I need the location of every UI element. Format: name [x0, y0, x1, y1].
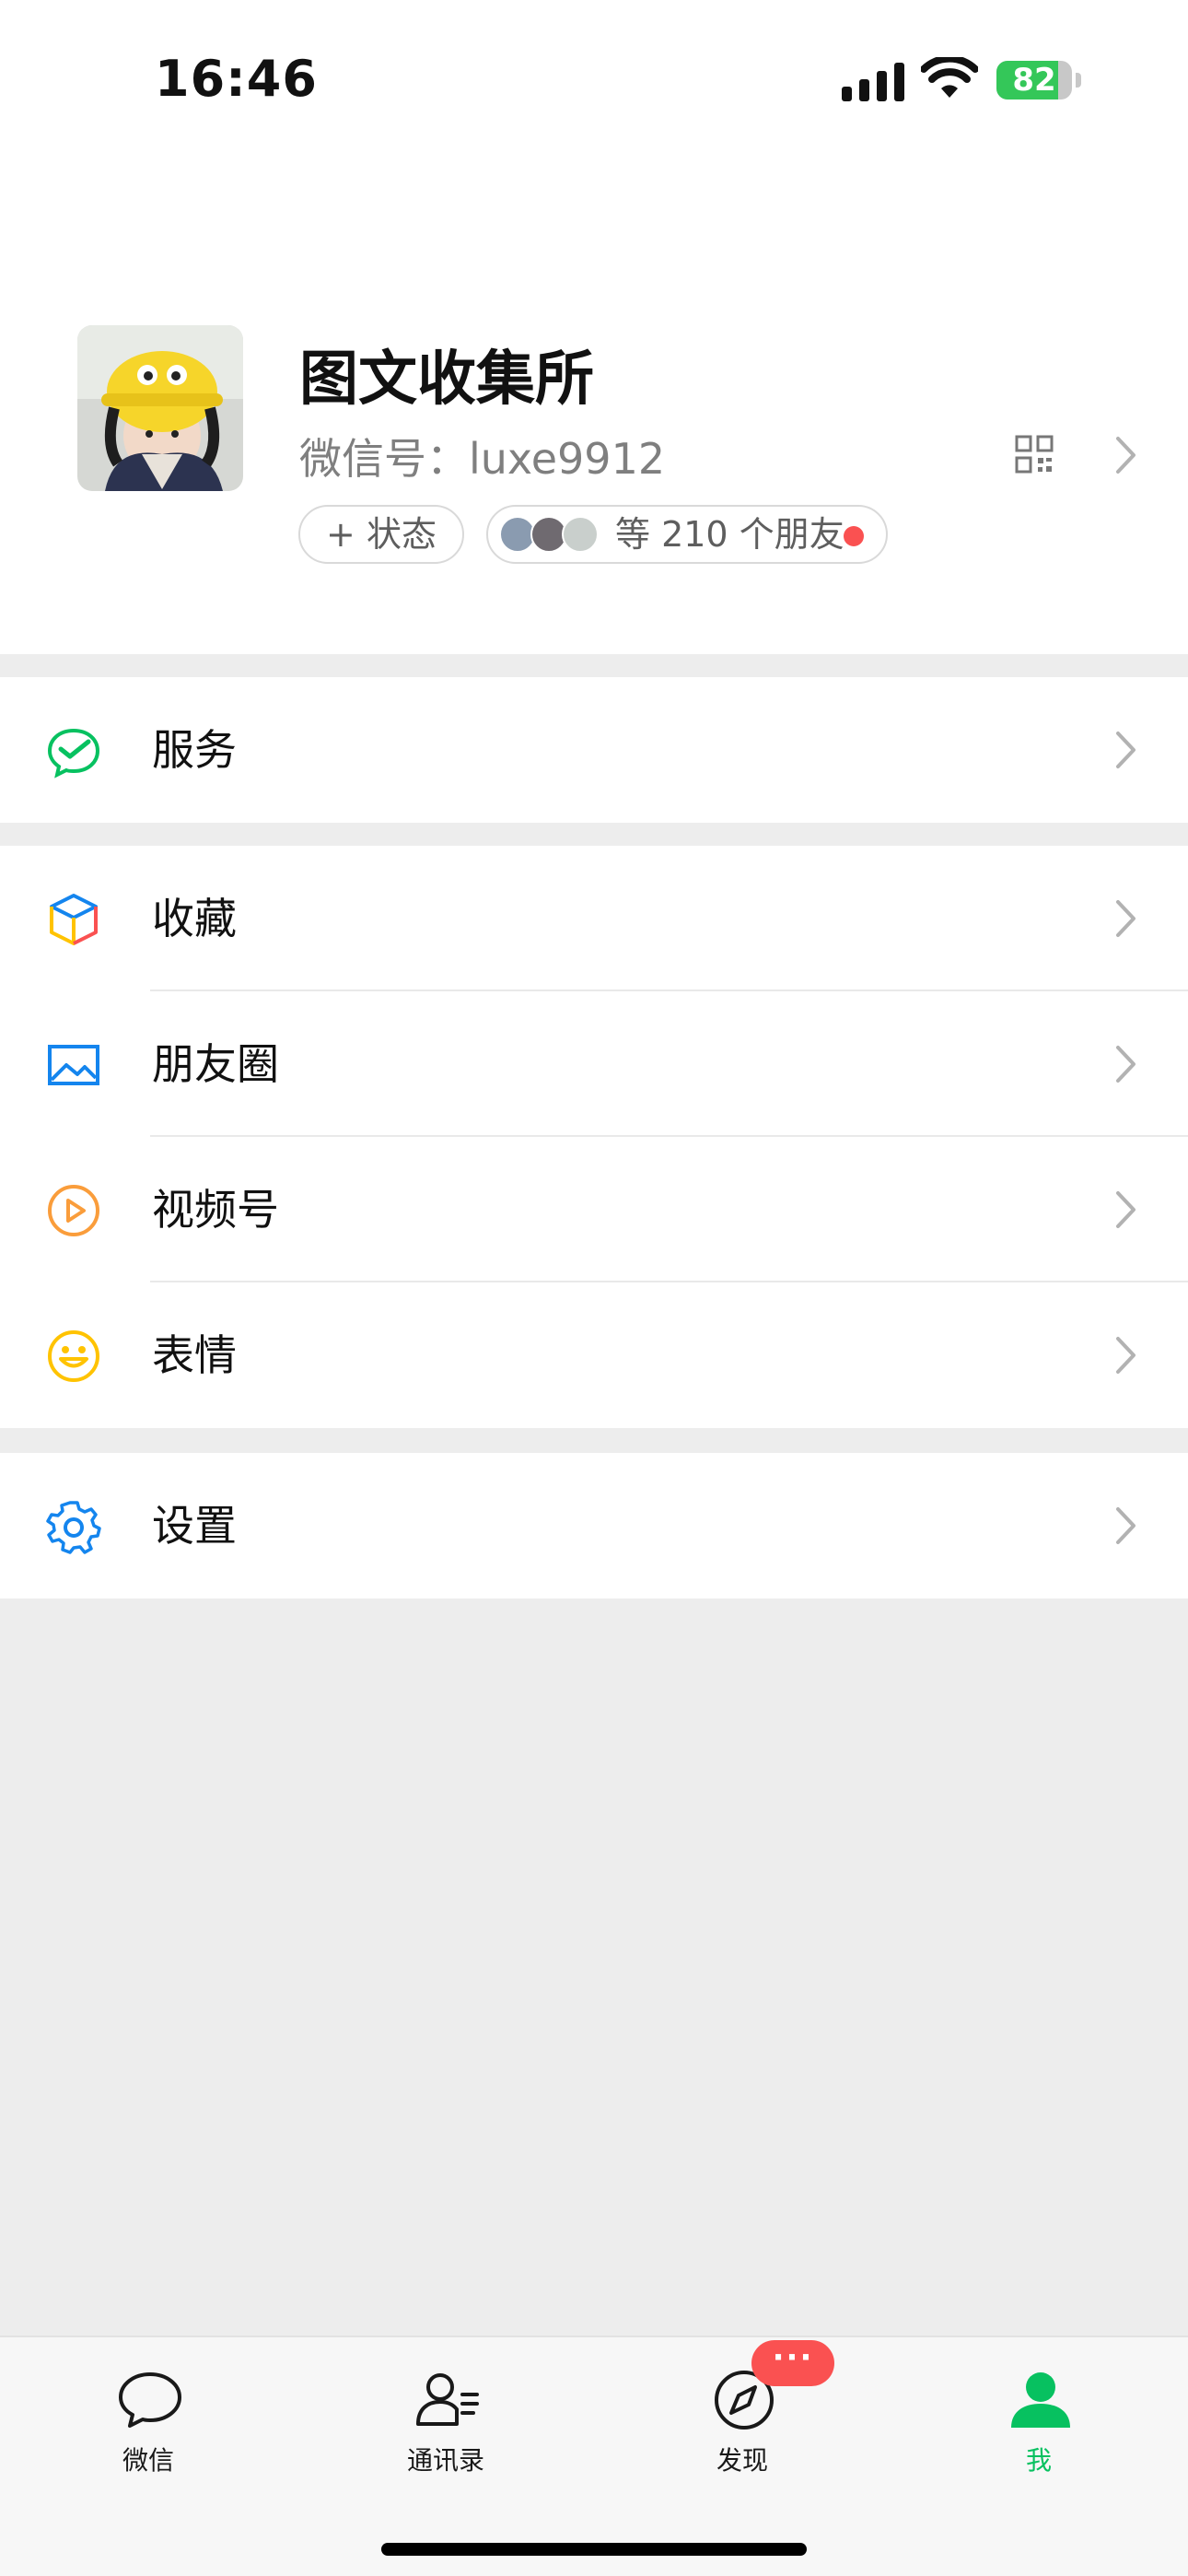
menu-item-services[interactable]: 服务: [0, 677, 1188, 823]
discover-badge: ···: [751, 2340, 834, 2386]
battery-percent: 82: [1012, 62, 1056, 99]
home-indicator[interactable]: [381, 2543, 807, 2556]
tab-label: 微信: [122, 2445, 174, 2476]
menu-label: 朋友圈: [152, 1039, 279, 1089]
menu-item-moments[interactable]: 朋友圈: [0, 991, 1188, 1137]
menu-label: 收藏: [152, 894, 237, 943]
features-group: 收藏 朋友圈 视频号 表情: [0, 846, 1188, 1428]
chevron-right-icon: [1116, 900, 1136, 937]
tab-chats[interactable]: 微信: [47, 2337, 250, 2494]
wechat-id: 微信号：luxe9912: [299, 434, 666, 484]
chevron-right-icon: [1116, 437, 1136, 474]
tab-bar: 微信 通讯录 发现 我: [0, 2336, 1188, 2576]
cellular-signal-icon: [842, 63, 904, 101]
tab-me[interactable]: 我: [938, 2337, 1140, 2494]
tab-label: 发现: [716, 2445, 768, 2476]
wechat-pay-icon: [47, 728, 100, 779]
tab-label: 我: [1025, 2445, 1052, 2476]
contacts-icon: [416, 2373, 479, 2426]
cube-icon: [50, 894, 98, 945]
menu-label: 视频号: [152, 1185, 279, 1235]
smiley-icon: [48, 1330, 99, 1382]
add-status-button[interactable]: + 状态: [298, 505, 464, 564]
status-bar: 16:46 82: [0, 0, 1188, 157]
battery-indicator: 82: [996, 61, 1083, 100]
play-icon: [48, 1185, 99, 1236]
chevron-right-icon: [1116, 1507, 1136, 1544]
person-icon: [1011, 2372, 1070, 2428]
friends-status-pill[interactable]: 等 210 个朋友: [486, 505, 888, 564]
me-page: 16:46 82 图文收集所 微信号：luxe9912 + 状态 等 210 个…: [0, 0, 1188, 2576]
services-group: 服务: [0, 677, 1188, 823]
tab-label: 通讯录: [406, 2445, 484, 2476]
gear-icon: [46, 1501, 101, 1554]
menu-label: 表情: [152, 1330, 237, 1380]
tab-contacts[interactable]: 通讯录: [344, 2337, 547, 2494]
profile-header[interactable]: 图文收集所 微信号：luxe9912 + 状态 等 210 个朋友: [0, 157, 1188, 654]
nickname: 图文收集所: [299, 345, 594, 414]
menu-item-stickers[interactable]: 表情: [0, 1282, 1188, 1428]
qr-code-icon[interactable]: [1015, 435, 1054, 474]
picture-icon: [48, 1045, 99, 1085]
chevron-right-icon: [1116, 732, 1136, 768]
menu-label: 服务: [152, 725, 237, 775]
menu-item-channels[interactable]: 视频号: [0, 1137, 1188, 1282]
avatar[interactable]: [77, 325, 243, 491]
chevron-right-icon: [1116, 1337, 1136, 1374]
friend-avatar: [562, 516, 599, 553]
settings-group: 设置: [0, 1453, 1188, 1598]
chat-bubble-icon: [119, 2372, 181, 2428]
chevron-right-icon: [1116, 1046, 1136, 1083]
wifi-icon: [921, 57, 978, 98]
menu-item-settings[interactable]: 设置: [0, 1453, 1188, 1598]
chevron-right-icon: [1116, 1191, 1136, 1228]
menu-item-favorites[interactable]: 收藏: [0, 846, 1188, 991]
menu-label: 设置: [152, 1501, 237, 1551]
status-time: 16:46: [155, 50, 318, 108]
friends-count-text: 等 210 个朋友: [615, 514, 844, 555]
unread-dot: [844, 526, 864, 546]
